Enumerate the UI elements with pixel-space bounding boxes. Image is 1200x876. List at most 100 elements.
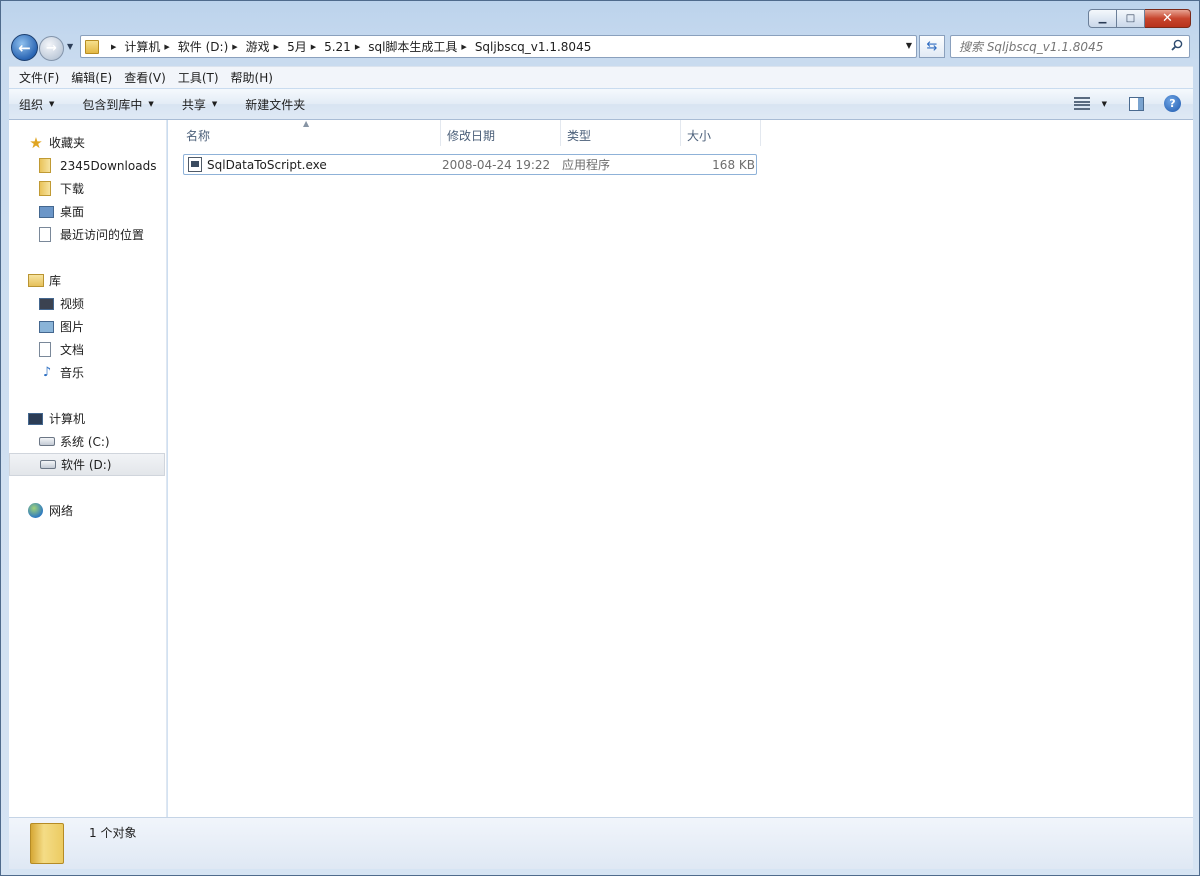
share-label: 共享 xyxy=(181,97,206,112)
table-row[interactable]: SqlDataToScript.exe 2008-04-24 19:22 应用程… xyxy=(183,154,757,175)
close-button[interactable]: ✕ xyxy=(1145,9,1191,28)
sidebar-item-network[interactable]: 网络 xyxy=(9,499,166,522)
explorer-window: ▁ □ ✕ ← → ▼ ▶ 计算机 ▶ 软件 (D:) ▶ 游戏 ▶ 5月 ▶ … xyxy=(0,0,1200,876)
forward-button[interactable]: → xyxy=(39,36,64,61)
sidebar-item-label: 音乐 xyxy=(60,366,85,380)
search-input[interactable] xyxy=(959,39,1164,54)
sidebar-item-pictures[interactable]: 图片 xyxy=(9,315,166,338)
new-folder-button[interactable]: 新建文件夹 xyxy=(245,96,305,113)
menu-tools[interactable]: 工具(T) xyxy=(172,69,225,86)
chevron-down-icon: ▼ xyxy=(148,100,154,108)
file-type: 应用程序 xyxy=(562,158,611,172)
refresh-icon: ⇆ xyxy=(926,39,938,54)
column-header-label: 大小 xyxy=(687,129,712,143)
details-pane: 1 个对象 xyxy=(9,817,1193,869)
change-view-icon[interactable] xyxy=(1073,97,1090,110)
file-name: SqlDataToScript.exe xyxy=(207,157,327,172)
sidebar-item-label: 文档 xyxy=(60,343,85,357)
menu-bar: 文件(F) 编辑(E) 查看(V) 工具(T) 帮助(H) xyxy=(9,66,1193,88)
folder-icon xyxy=(30,823,64,864)
address-history-dropdown-icon[interactable]: ▼ xyxy=(906,41,912,50)
address-bar[interactable]: ▶ 计算机 ▶ 软件 (D:) ▶ 游戏 ▶ 5月 ▶ 5.21 ▶ sql脚本… xyxy=(80,35,917,58)
column-header-date[interactable]: 修改日期 xyxy=(441,120,561,146)
favorites-group: ★ 收藏夹 2345Downloads 下载 桌面 最近访问的位置 xyxy=(9,131,166,246)
pictures-icon xyxy=(39,320,54,333)
column-header-size[interactable]: 大小 xyxy=(681,120,761,146)
menu-help[interactable]: 帮助(H) xyxy=(225,69,279,86)
computer-group: 计算机 系统 (C:) 软件 (D:) xyxy=(9,407,166,476)
recent-places-icon xyxy=(39,227,51,242)
recent-pages-dropdown-icon[interactable]: ▼ xyxy=(67,42,73,51)
breadcrumb-current-folder[interactable]: Sqljbscq_v1.1.8045 xyxy=(475,40,592,54)
search-icon[interactable] xyxy=(1171,39,1183,51)
include-in-library-button[interactable]: 包含到库中 ▼ xyxy=(82,96,153,113)
minimize-button[interactable]: ▁ xyxy=(1088,9,1117,28)
menu-edit[interactable]: 编辑(E) xyxy=(65,69,118,86)
sidebar-item-computer[interactable]: 计算机 xyxy=(9,407,166,430)
sidebar-item-libraries[interactable]: 库 xyxy=(9,269,166,292)
navigation-row: ← → ▼ ▶ 计算机 ▶ 软件 (D:) ▶ 游戏 ▶ 5月 ▶ 5.21 ▶… xyxy=(1,33,1199,61)
chevron-right-icon[interactable]: ▶ xyxy=(232,43,237,51)
sidebar-item-videos[interactable]: 视频 xyxy=(9,292,166,315)
chevron-right-icon[interactable]: ▶ xyxy=(461,43,466,51)
application-icon xyxy=(188,157,202,172)
network-icon xyxy=(28,503,43,518)
chevron-right-icon[interactable]: ▶ xyxy=(274,43,279,51)
chevron-right-icon[interactable]: ▶ xyxy=(311,43,316,51)
organize-button[interactable]: 组织 ▼ xyxy=(19,96,54,113)
file-list-pane[interactable]: 名称 ▲ 修改日期 类型 大小 SqlDataToScript.exe 2008… xyxy=(168,119,1193,817)
sidebar-item-recent-places[interactable]: 最近访问的位置 xyxy=(9,223,166,246)
column-header-name[interactable]: 名称 ▲ xyxy=(168,119,441,146)
view-options-dropdown-icon[interactable]: ▼ xyxy=(1102,100,1107,108)
sidebar-item-label: 系统 (C:) xyxy=(60,435,110,449)
sidebar-item-favorites[interactable]: ★ 收藏夹 xyxy=(9,131,166,154)
chevron-right-icon[interactable]: ▶ xyxy=(164,43,169,51)
breadcrumb-drive-d[interactable]: 软件 (D:) xyxy=(178,38,228,55)
menu-file[interactable]: 文件(F) xyxy=(13,69,65,86)
item-count: 1 个对象 xyxy=(89,826,137,840)
sidebar-item-label: 桌面 xyxy=(60,205,85,219)
sidebar-item-label: 库 xyxy=(49,274,62,288)
column-header-label: 名称 xyxy=(186,129,211,143)
back-button[interactable]: ← xyxy=(11,34,38,61)
sidebar-item-label: 下载 xyxy=(60,182,85,196)
refresh-button[interactable]: ⇆ xyxy=(919,35,945,58)
sidebar-item-desktop[interactable]: 桌面 xyxy=(9,200,166,223)
sidebar-item-drive-d[interactable]: 软件 (D:) xyxy=(9,453,165,476)
sidebar-item-documents[interactable]: 文档 xyxy=(9,338,166,361)
column-headers: 名称 ▲ 修改日期 类型 大小 xyxy=(168,119,761,146)
video-icon xyxy=(39,297,54,310)
help-icon[interactable]: ? xyxy=(1164,95,1181,112)
sidebar-item-drive-c[interactable]: 系统 (C:) xyxy=(9,430,166,453)
sidebar-item-label: 网络 xyxy=(49,504,74,518)
new-folder-label: 新建文件夹 xyxy=(245,97,306,112)
column-header-type[interactable]: 类型 xyxy=(561,120,681,146)
file-modified: 2008-04-24 19:22 xyxy=(442,157,551,172)
organize-label: 组织 xyxy=(19,97,44,112)
drive-icon xyxy=(40,460,56,469)
sidebar-item-2345downloads[interactable]: 2345Downloads xyxy=(9,154,166,177)
star-icon: ★ xyxy=(29,133,43,152)
chevron-right-icon[interactable]: ▶ xyxy=(111,43,116,51)
folder-icon xyxy=(85,39,99,54)
breadcrumb-games[interactable]: 游戏 xyxy=(246,38,270,55)
breadcrumb-5-21[interactable]: 5.21 xyxy=(324,40,351,54)
preview-pane-icon[interactable] xyxy=(1129,96,1144,111)
chevron-down-icon: ▼ xyxy=(211,100,218,108)
sidebar-item-music[interactable]: ♪ 音乐 xyxy=(9,361,166,384)
libraries-group: 库 视频 图片 文档 ♪ 音乐 xyxy=(9,269,166,384)
navigation-pane[interactable]: ★ 收藏夹 2345Downloads 下载 桌面 最近访问的位置 库 视频 图… xyxy=(9,120,167,817)
search-box[interactable] xyxy=(950,35,1190,58)
breadcrumb-may[interactable]: 5月 xyxy=(287,38,307,55)
maximize-button[interactable]: □ xyxy=(1117,9,1145,28)
menu-view[interactable]: 查看(V) xyxy=(118,69,172,86)
sidebar-item-label: 收藏夹 xyxy=(49,136,86,150)
share-button[interactable]: 共享 ▼ xyxy=(182,96,217,113)
file-size: 168 KB xyxy=(712,157,755,172)
chevron-right-icon[interactable]: ▶ xyxy=(355,43,360,51)
breadcrumb-sql-tool[interactable]: sql脚本生成工具 xyxy=(368,38,457,55)
sidebar-item-downloads[interactable]: 下载 xyxy=(9,177,166,200)
computer-icon xyxy=(28,412,43,425)
breadcrumb-computer[interactable]: 计算机 xyxy=(124,38,160,55)
sidebar-item-label: 视频 xyxy=(60,297,85,311)
